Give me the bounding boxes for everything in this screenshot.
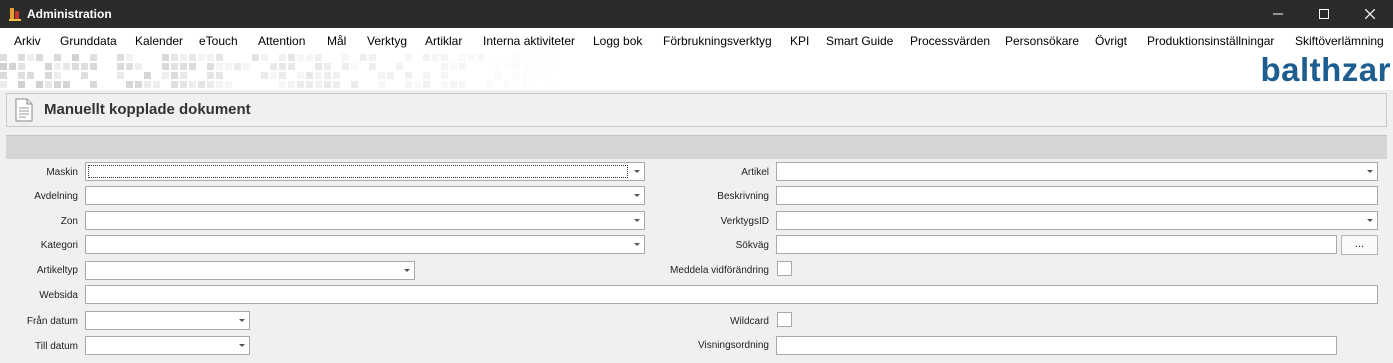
menu-mal[interactable]: Mål [327,34,346,48]
visningsordning-input[interactable] [776,336,1337,355]
menu-bar: Arkiv Grunddata Kalender eTouch Attentio… [0,28,1393,52]
title-bar: Administration [0,0,1393,28]
chevron-down-icon [634,170,640,173]
browse-button[interactable]: ... [1341,235,1378,255]
wildcard-checkbox[interactable] [777,312,792,327]
maximize-button[interactable] [1301,0,1347,28]
menu-attention[interactable]: Attention [258,34,305,48]
label-websida: Websida [39,290,78,301]
close-button[interactable] [1347,0,1393,28]
minimize-icon [1273,13,1283,15]
chevron-down-icon [239,344,245,347]
page-header: Manuellt kopplade dokument [6,93,1387,127]
avdelning-dropdown[interactable] [85,186,645,205]
kategori-dropdown[interactable] [85,235,645,254]
maximize-icon [1319,9,1329,19]
balthzar-logo: balthzar [1260,51,1391,88]
chevron-down-icon [1367,170,1373,173]
banner-pattern [0,52,560,90]
menu-forbrukningsverktyg[interactable]: Förbrukningsverktyg [663,34,772,48]
menu-verktyg[interactable]: Verktyg [367,34,407,48]
menu-logg-bok[interactable]: Logg bok [593,34,642,48]
label-fran-datum: Från datum [26,316,78,327]
label-verktygsid: VerktygsID [720,216,769,227]
chevron-down-icon [634,219,640,222]
menu-grunddata[interactable]: Grunddata [60,34,117,48]
meddela-checkbox[interactable] [777,261,792,276]
label-artikeltyp: Artikeltyp [36,265,78,276]
label-maskin: Maskin [46,167,78,178]
zon-dropdown[interactable] [85,211,645,230]
label-till-datum: Till datum [35,341,78,352]
menu-kpi[interactable]: KPI [790,34,809,48]
label-meddela: Meddela vidförändring [670,265,769,276]
minimize-button[interactable] [1255,0,1301,28]
menu-personsokare[interactable]: Personsökare [1005,34,1079,48]
label-avdelning: Avdelning [34,191,78,202]
chevron-down-icon [634,194,640,197]
menu-interna-aktiviteter[interactable]: Interna aktiviteter [483,34,575,48]
sokvag-input[interactable] [776,235,1337,254]
document-icon [15,98,33,122]
chevron-down-icon [1367,219,1373,222]
chevron-down-icon [634,243,640,246]
chevron-down-icon [239,319,245,322]
label-sokvag: Sökväg [735,240,769,251]
menu-ovrigt[interactable]: Övrigt [1095,34,1127,48]
chevron-down-icon [404,269,410,272]
label-wildcard: Wildcard [730,316,769,327]
beskrivning-input[interactable] [776,186,1378,205]
websida-input[interactable] [85,285,1378,304]
till-datum-picker[interactable] [85,336,250,355]
label-beskrivning: Beskrivning [717,191,769,202]
maskin-dropdown[interactable] [85,162,645,181]
menu-kalender[interactable]: Kalender [135,34,183,48]
banner [0,52,1393,90]
menu-processvarden[interactable]: Processvärden [910,34,990,48]
menu-skiftoverlamning[interactable]: Skiftöverlämning [1295,34,1384,48]
artikel-dropdown[interactable] [776,162,1378,181]
label-zon: Zon [60,216,78,227]
label-kategori: Kategori [40,240,78,251]
close-icon [1365,9,1375,19]
label-artikel: Artikel [741,167,769,178]
menu-artiklar[interactable]: Artiklar [425,34,462,48]
menu-etouch[interactable]: eTouch [199,34,238,48]
menu-arkiv[interactable]: Arkiv [14,34,41,48]
menu-smart-guide[interactable]: Smart Guide [826,34,893,48]
label-visningsordning: Visningsordning [698,340,769,351]
fran-datum-picker[interactable] [85,311,250,330]
page-title: Manuellt kopplade dokument [44,101,251,118]
verktygsid-dropdown[interactable] [776,211,1378,230]
balthzar-app-icon [9,8,21,21]
window-title: Administration [27,7,112,21]
section-bar [6,135,1387,159]
menu-produktionsinstallningar[interactable]: Produktionsinställningar [1147,34,1274,48]
artikeltyp-dropdown[interactable] [85,261,415,280]
